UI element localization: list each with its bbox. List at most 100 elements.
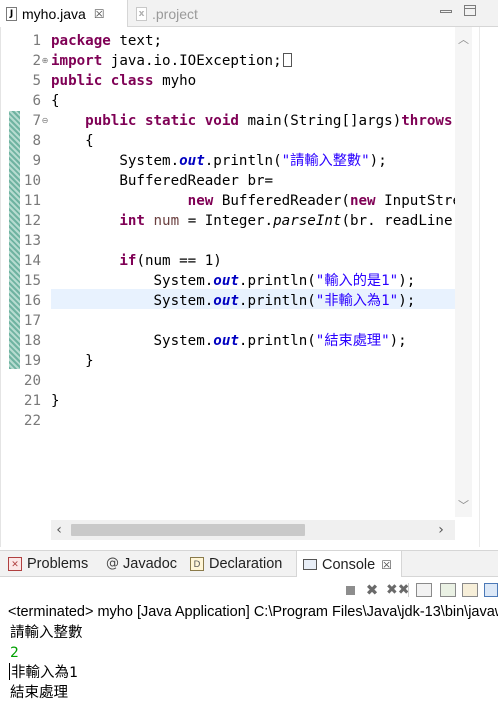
javadoc-icon: @: [106, 556, 119, 571]
scroll-lock-icon[interactable]: [416, 583, 432, 597]
scroll-left-icon[interactable]: ‹: [51, 522, 67, 538]
code-line[interactable]: 15 System.out.println("輸入的是1");: [1, 271, 455, 291]
vertical-scrollbar[interactable]: ︿ ﹀: [455, 27, 472, 517]
editor-tab-project[interactable]: x .project: [130, 0, 220, 27]
open-console-icon[interactable]: [484, 583, 498, 597]
pin-console-icon[interactable]: [462, 583, 478, 597]
code-text: public static void main(String[]args)thr…: [85, 113, 453, 129]
tab-label: Console: [322, 556, 376, 573]
code-line[interactable]: 1 package text;: [1, 31, 455, 51]
code-text: }: [51, 353, 94, 369]
line-number: 17: [23, 313, 41, 329]
code-text: System.out.println("結束處理");: [51, 333, 407, 349]
editor-tab-myho-java[interactable]: J myho.java ☒: [0, 0, 128, 27]
code-line[interactable]: 19 }: [1, 351, 455, 371]
code-line[interactable]: 7 ⊖ public static void main(String[]args)…: [1, 111, 455, 131]
maximize-icon[interactable]: [464, 5, 476, 16]
close-tab-icon[interactable]: ☒: [94, 7, 105, 21]
tab-problems[interactable]: ✕ Problems: [8, 551, 88, 577]
line-number: 1: [32, 33, 41, 49]
fold-toggle-icon[interactable]: ⊕: [41, 57, 49, 65]
code-line[interactable]: 6{: [1, 91, 455, 111]
editor-tab-label: .project: [152, 5, 198, 22]
java-file-icon: J: [6, 6, 17, 21]
line-number: 2: [32, 53, 41, 69]
code-text: import java.io.IOException;: [51, 51, 455, 71]
code-line[interactable]: 14 if(num == 1): [1, 251, 455, 271]
tab-label: Problems: [27, 556, 89, 572]
panel-tab-bar: ✕ Problems @ Javadoc D Declaration Conso…: [0, 550, 498, 578]
code-line[interactable]: 22: [1, 411, 455, 431]
code-line[interactable]: 12 int num = Integer.parseInt(br. readLi…: [1, 211, 455, 231]
console-output[interactable]: 請輸入整數 2 非輸入為1 結束處理: [0, 622, 498, 706]
collapsed-imports-icon[interactable]: [282, 53, 292, 67]
console-output-line: 非輸入為1: [9, 663, 78, 681]
code-text: }: [51, 393, 60, 409]
console-status: <terminated> myho [Java Application] C:\…: [8, 604, 498, 620]
line-number: 12: [23, 213, 41, 229]
code-text: package text;: [51, 33, 163, 49]
code-line[interactable]: 5 public class myho: [1, 71, 455, 91]
terminate-icon[interactable]: [342, 582, 358, 598]
declaration-icon: D: [190, 557, 204, 571]
console-toolbar: ✖ ✖✖: [0, 577, 498, 602]
code-line[interactable]: 9 System.out.println("請輸入整數");: [1, 151, 455, 171]
word-wrap-icon[interactable]: [440, 583, 456, 597]
code-line[interactable]: 18 System.out.println("結束處理");: [1, 331, 455, 351]
code-line[interactable]: 8 {: [1, 131, 455, 151]
code-line[interactable]: 20: [1, 371, 455, 391]
code-line[interactable]: 16 System.out.println("非輸入為1");: [1, 291, 455, 311]
code-text: if(num == 1): [119, 253, 222, 269]
scroll-right-icon[interactable]: ›: [433, 522, 449, 538]
code-line[interactable]: 17: [1, 311, 455, 331]
close-tab-icon[interactable]: ☒: [381, 558, 392, 572]
horizontal-scroll-thumb[interactable]: [71, 524, 305, 536]
fold-toggle-icon[interactable]: ⊖: [41, 117, 49, 125]
console-output-line: 結束處理: [10, 685, 68, 701]
tab-label: Declaration: [209, 556, 283, 572]
code-text: {: [51, 133, 94, 149]
remove-all-terminated-icon[interactable]: ✖✖: [386, 582, 409, 598]
toolbar-separator: [408, 583, 409, 597]
editor-tab-bar: J myho.java ☒ x .project: [0, 0, 498, 27]
line-number: 14: [23, 253, 41, 269]
code-text: System.out.println("輸入的是1");: [51, 273, 416, 289]
code-text: int num = Integer.parseInt(br. readLine: [119, 213, 453, 229]
line-number: 21: [23, 393, 41, 409]
editor-tab-label: myho.java: [22, 5, 86, 22]
problems-icon: ✕: [8, 557, 22, 571]
code-line[interactable]: 11 new BufferedReader(new InputStreamRea…: [1, 191, 455, 211]
line-number: 5: [32, 73, 41, 89]
minimize-icon[interactable]: [440, 10, 452, 13]
text-cursor: [9, 663, 10, 680]
tab-javadoc[interactable]: @ Javadoc: [106, 551, 177, 577]
code-line[interactable]: 2 ⊕ import java.io.IOException;: [1, 51, 455, 71]
code-text: BufferedReader br=: [51, 173, 274, 189]
code-editor[interactable]: 1 package text; 2 ⊕ import java.io.IOExcepti…: [0, 27, 498, 547]
line-number: 15: [23, 273, 41, 289]
code-text: System.out.println("請輸入整數");: [51, 153, 387, 169]
line-number: 10: [23, 173, 41, 189]
console-output-line: 請輸入整數: [10, 625, 83, 641]
tab-label: Javadoc: [123, 556, 178, 572]
scroll-up-icon[interactable]: ︿: [455, 31, 472, 46]
tab-console[interactable]: Console ☒: [296, 551, 402, 578]
code-text: public class myho: [51, 73, 197, 89]
line-number: 16: [23, 293, 41, 309]
horizontal-scrollbar[interactable]: ‹ ›: [51, 520, 455, 540]
console-input-line: 2: [10, 645, 19, 661]
line-number: 8: [32, 133, 41, 149]
remove-launch-icon[interactable]: ✖: [364, 582, 380, 598]
line-number: 18: [23, 333, 41, 349]
code-line[interactable]: 21}: [1, 391, 455, 411]
code-line[interactable]: 13: [1, 231, 455, 251]
line-number: 9: [32, 153, 41, 169]
code-text: System.out.println("非輸入為1");: [51, 293, 416, 309]
tab-declaration[interactable]: D Declaration: [190, 551, 282, 577]
overview-ruler: [479, 27, 498, 547]
scroll-down-icon[interactable]: ﹀: [455, 497, 472, 512]
code-text: new BufferedReader(new InputStreamReader: [187, 193, 455, 209]
xml-file-icon: x: [136, 6, 147, 21]
line-number: 13: [23, 233, 41, 249]
code-line[interactable]: 10 BufferedReader br=: [1, 171, 455, 191]
